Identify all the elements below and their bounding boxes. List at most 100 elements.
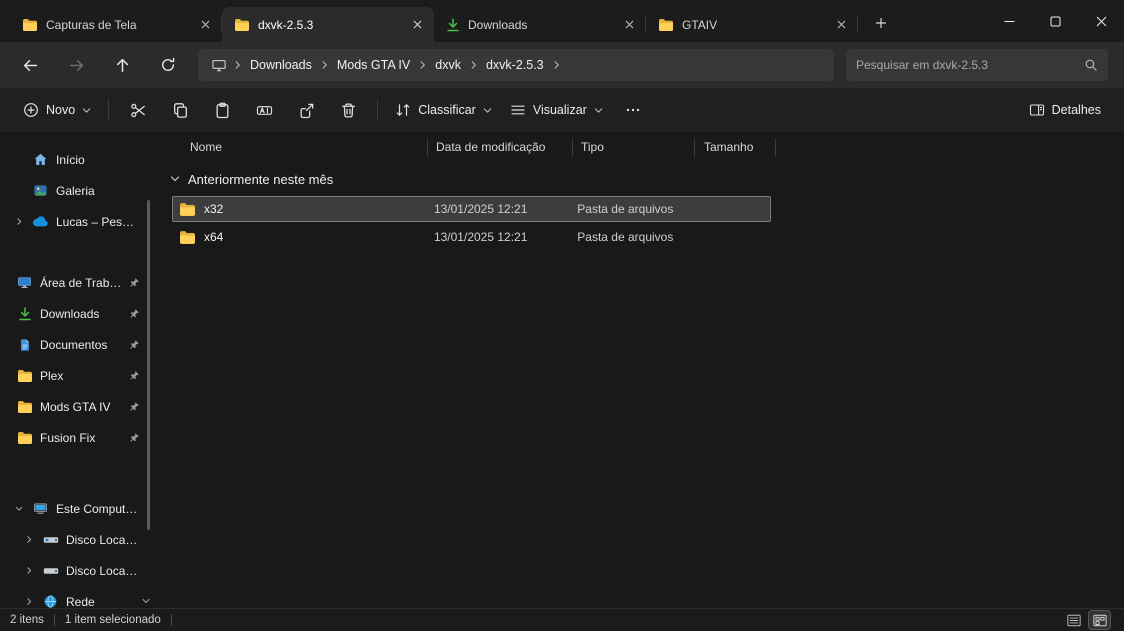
this-pc-icon[interactable]	[206, 58, 232, 73]
address-bar[interactable]: Downloads Mods GTA IV dxvk dxvk-2.5.3	[198, 49, 834, 81]
folder-icon	[179, 202, 196, 217]
drive-icon	[42, 562, 59, 579]
sidebar-item-area-de-trabalho[interactable]: Área de Trabalho	[2, 267, 150, 298]
sidebar-item-mods-gta-iv[interactable]: Mods GTA IV	[2, 391, 150, 422]
refresh-button[interactable]	[148, 49, 188, 81]
column-header-data-modificacao[interactable]: Data de modificação	[428, 138, 573, 156]
sort-button[interactable]: Classificar	[386, 93, 501, 127]
sidebar-item-galeria[interactable]: Galeria	[2, 175, 150, 206]
view-toggle-group	[1063, 610, 1114, 630]
sidebar-item-rede[interactable]: Rede	[2, 586, 150, 608]
item-count: 2 itens	[10, 614, 44, 626]
paste-button[interactable]	[201, 93, 243, 127]
tab-dxvk-253[interactable]: dxvk-2.5.3	[222, 7, 434, 42]
folder-icon	[234, 18, 250, 32]
chevron-down-icon[interactable]	[12, 504, 25, 513]
large-icons-view-button[interactable]	[1088, 610, 1111, 630]
minimize-button[interactable]	[986, 0, 1032, 42]
selection-count: 1 item selecionado	[64, 614, 161, 626]
file-row-x32[interactable]: x32 13/01/2025 12:21 Pasta de arquivos	[172, 196, 771, 222]
maximize-button[interactable]	[1032, 0, 1078, 42]
sidebar-item-fusion-fix[interactable]: Fusion Fix	[2, 422, 150, 453]
toolbar-separator	[377, 99, 379, 121]
breadcrumb-downloads[interactable]: Downloads	[243, 53, 319, 77]
chevron-right-icon[interactable]	[22, 535, 35, 544]
chevron-down-icon[interactable]	[170, 174, 180, 184]
rename-button[interactable]	[243, 93, 285, 127]
pin-icon	[129, 401, 140, 412]
details-pane-icon	[1029, 102, 1045, 118]
file-name: x64	[204, 230, 224, 244]
sidebar-item-disco-local-d[interactable]: Disco Local (D:)	[2, 555, 150, 586]
column-headers: Nome Data de modificação Tipo Tamanho	[160, 134, 1124, 160]
cut-button[interactable]	[117, 93, 159, 127]
copy-button[interactable]	[159, 93, 201, 127]
sidebar-scroll-down-icon[interactable]	[141, 596, 151, 606]
close-tab-icon[interactable]	[194, 14, 216, 36]
up-button[interactable]	[102, 49, 142, 81]
paste-icon	[214, 102, 231, 119]
pin-icon	[129, 432, 140, 443]
sidebar-item-plex[interactable]: Plex	[2, 360, 150, 391]
chevron-right-icon	[319, 60, 330, 70]
onedrive-cloud-icon	[32, 213, 49, 230]
file-row-x64[interactable]: x64 13/01/2025 12:21 Pasta de arquivos	[172, 224, 771, 250]
close-tab-icon[interactable]	[618, 14, 640, 36]
close-tab-icon[interactable]	[830, 14, 852, 36]
folder-icon	[179, 230, 196, 245]
forward-button[interactable]	[56, 49, 96, 81]
close-window-button[interactable]	[1078, 0, 1124, 42]
chevron-right-icon[interactable]	[12, 217, 25, 226]
chevron-right-icon	[551, 60, 562, 70]
chevron-down-icon	[594, 106, 603, 115]
column-header-nome[interactable]: Nome	[160, 138, 428, 156]
close-tab-icon[interactable]	[406, 14, 428, 36]
delete-button[interactable]	[327, 93, 369, 127]
new-tab-button[interactable]	[866, 8, 896, 38]
tab-label: Capturas de Tela	[46, 17, 137, 32]
breadcrumb-dxvk-253[interactable]: dxvk-2.5.3	[479, 53, 551, 77]
sort-button-label: Classificar	[418, 103, 476, 117]
sidebar-item-onedrive-lucas[interactable]: Lucas – Pessoal	[2, 206, 150, 237]
chevron-down-icon	[483, 106, 492, 115]
view-button[interactable]: Visualizar	[501, 93, 612, 127]
chevron-right-icon[interactable]	[22, 597, 35, 606]
document-icon	[16, 336, 33, 353]
chevron-right-icon[interactable]	[22, 566, 35, 575]
folder-icon	[16, 367, 33, 384]
sidebar-item-downloads[interactable]: Downloads	[2, 298, 150, 329]
pin-icon	[129, 277, 140, 288]
sidebar-item-documentos[interactable]: Documentos	[2, 329, 150, 360]
tab-downloads[interactable]: Downloads	[434, 7, 646, 42]
file-list-area: Nome Data de modificação Tipo Tamanho An…	[160, 134, 1124, 608]
share-button[interactable]	[285, 93, 327, 127]
group-header-label: Anteriormente neste mês	[188, 171, 334, 187]
group-header[interactable]: Anteriormente neste mês	[160, 164, 1124, 194]
desktop-icon	[16, 274, 33, 291]
back-button[interactable]	[10, 49, 50, 81]
drive-windows-icon	[42, 531, 59, 548]
details-view-button[interactable]	[1063, 611, 1084, 629]
status-separator	[53, 614, 55, 626]
new-button[interactable]: Novo	[14, 93, 100, 127]
details-pane-button[interactable]: Detalhes	[1020, 93, 1110, 127]
breadcrumb-mods-gta-iv[interactable]: Mods GTA IV	[330, 53, 417, 77]
tab-capturas-de-tela[interactable]: Capturas de Tela	[10, 7, 222, 42]
sidebar-item-este-computador[interactable]: Este Computador	[2, 493, 150, 524]
folder-icon	[658, 18, 674, 32]
tab-gtaiv[interactable]: GTAIV	[646, 7, 858, 42]
search-icon[interactable]	[1084, 58, 1098, 72]
view-button-label: Visualizar	[532, 103, 587, 117]
breadcrumb-dxvk[interactable]: dxvk	[428, 53, 468, 77]
sidebar-scrollbar[interactable]	[147, 200, 150, 530]
column-header-tipo[interactable]: Tipo	[573, 138, 695, 156]
more-options-button[interactable]	[612, 93, 654, 127]
file-name: x32	[204, 202, 224, 216]
scissors-icon	[130, 102, 147, 119]
column-header-tamanho[interactable]: Tamanho	[695, 138, 776, 156]
search-input[interactable]	[856, 58, 1084, 72]
file-modified-date: 13/01/2025 12:21	[433, 202, 528, 216]
sidebar-item-disco-local-c[interactable]: Disco Local (C:)	[2, 524, 150, 555]
sidebar-item-inicio[interactable]: Início	[2, 144, 150, 175]
